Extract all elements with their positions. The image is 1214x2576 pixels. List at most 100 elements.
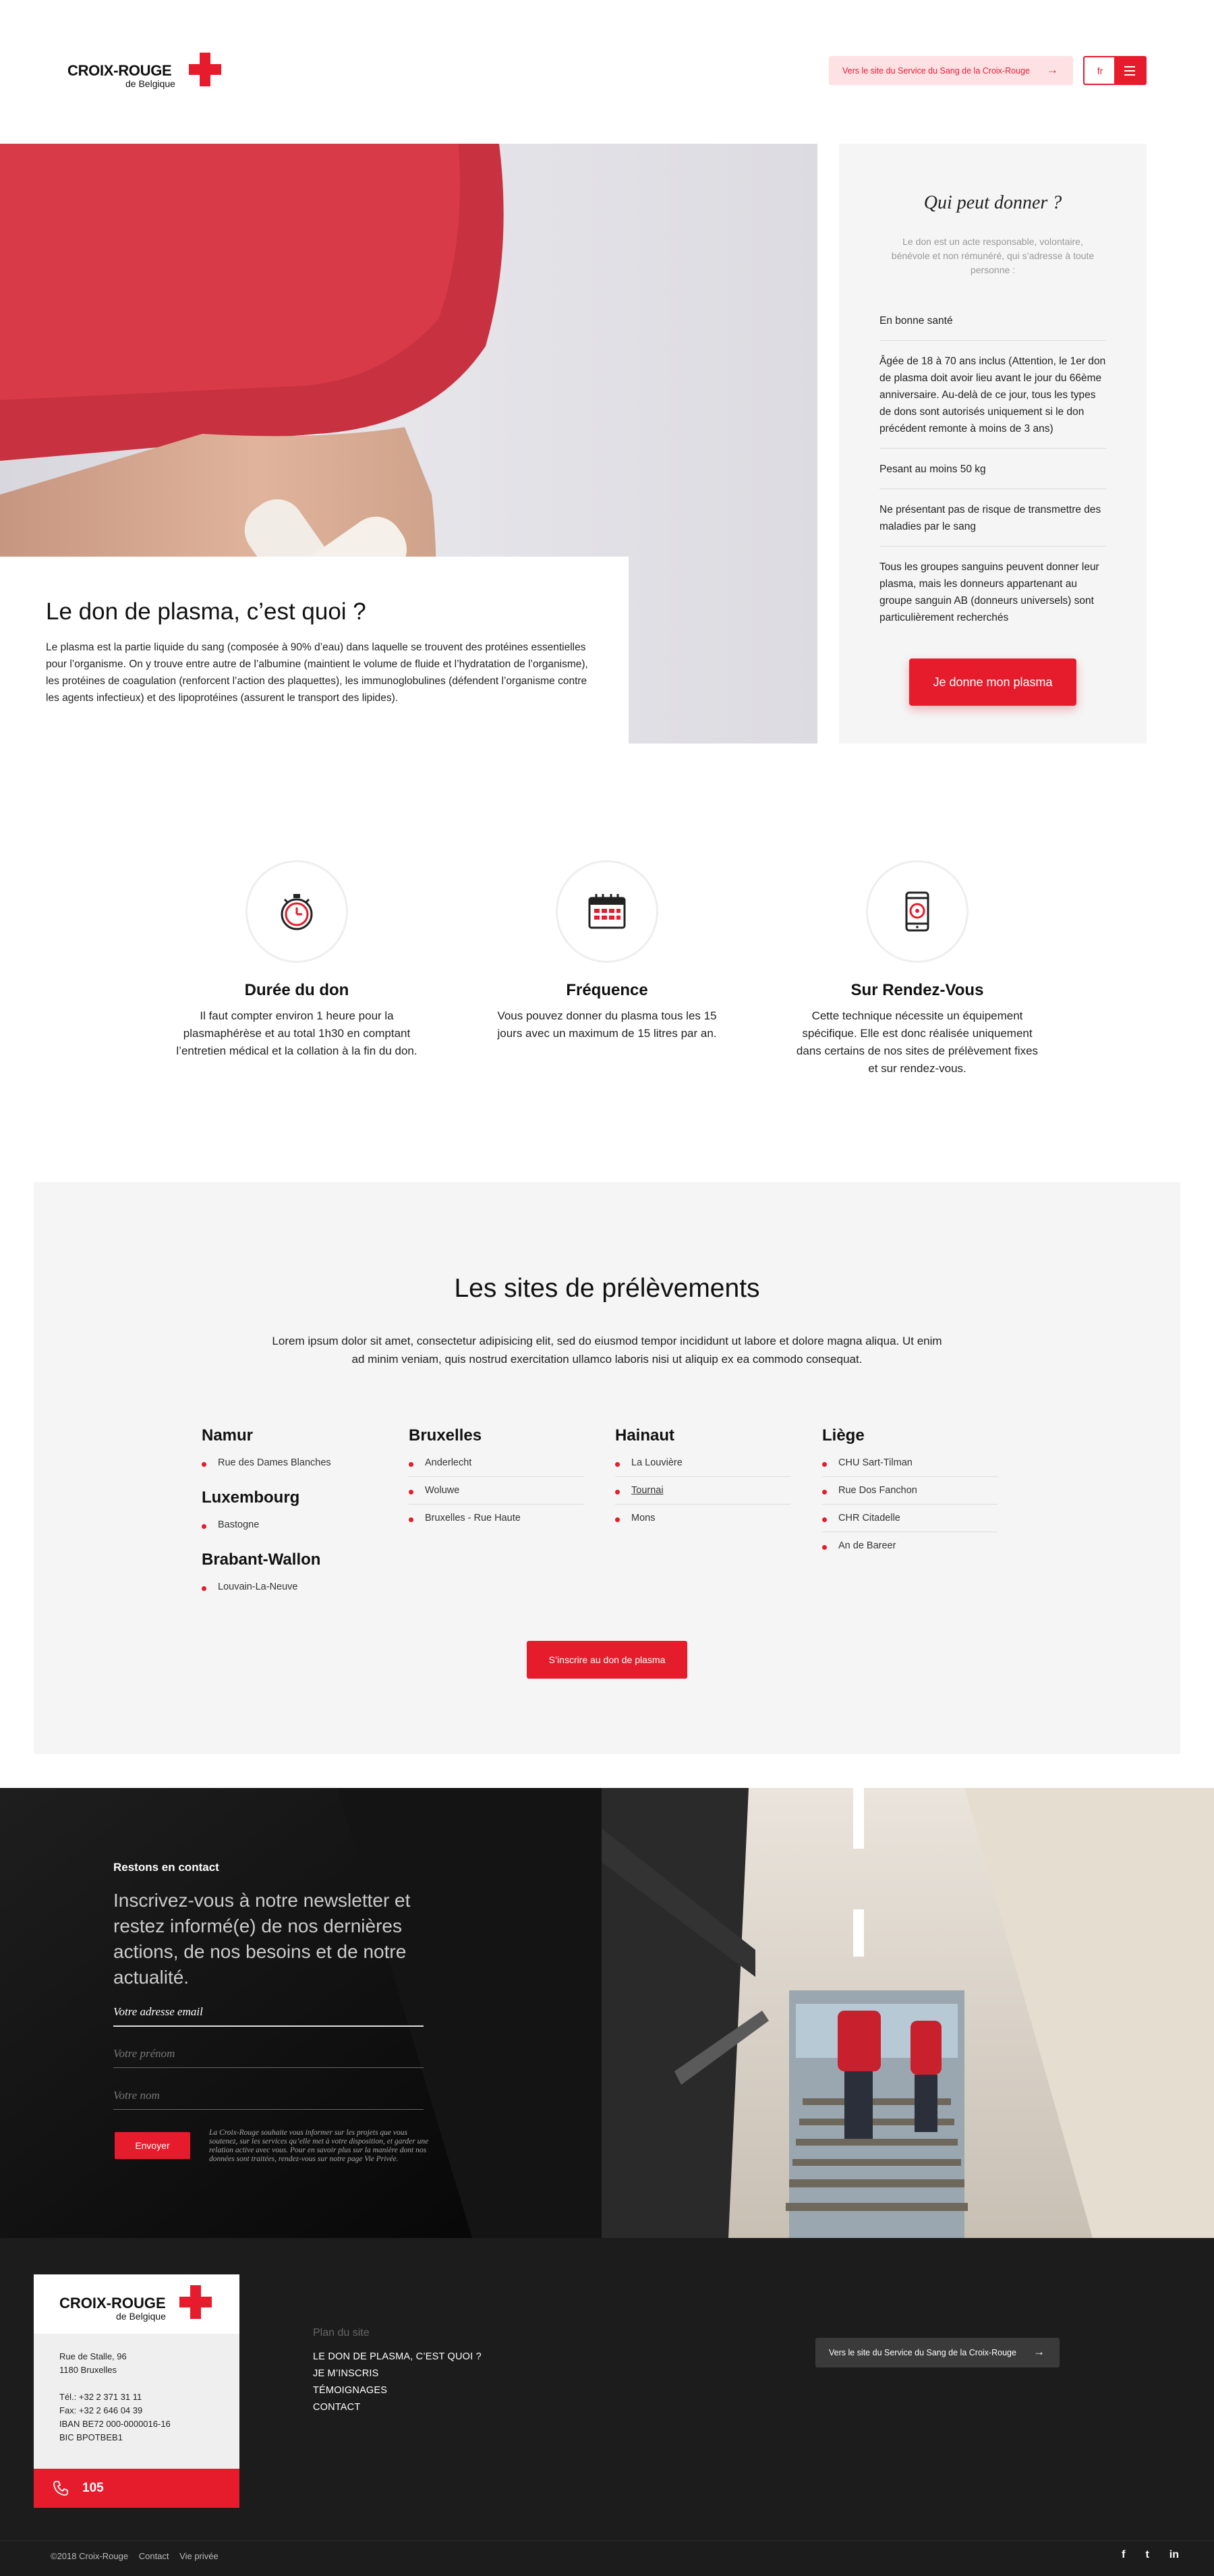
footer-logo[interactable]: CROIX-ROUGE de Belgique [34, 2274, 239, 2334]
stopwatch-icon [281, 894, 313, 930]
footer-bottom-bar: ©2018 Croix-Rouge Contact Vie privée f t… [0, 2540, 1214, 2576]
donate-plasma-button[interactable]: Je donne mon plasma [909, 659, 1076, 706]
fax-line: Fax: +32 2 646 04 39 [59, 2405, 143, 2415]
arrow-right-icon: → [1047, 63, 1058, 76]
logo-text: CROIX-ROUGE [59, 2295, 166, 2312]
arrow-right-icon: → [1033, 2345, 1045, 2358]
eligibility-item: Âgée de 18 à 70 ans inclus (Attention, l… [879, 341, 1106, 449]
site-link[interactable]: Woluwe [409, 1477, 584, 1505]
language-selector[interactable]: fr [1085, 57, 1116, 84]
emergency-number-label: 105 [82, 2481, 104, 2495]
calendar-icon [588, 894, 626, 929]
region-title: Namur [202, 1426, 254, 1445]
site-link[interactable]: Rue des Dames Blanches [202, 1449, 377, 1476]
feature-icon-circle [556, 860, 658, 963]
region-bruxelles: Bruxelles Anderlecht Woluwe Bruxelles - … [409, 1426, 584, 1532]
site-link[interactable]: An de Bareer [822, 1532, 998, 1559]
footer-blood-service-label: Vers le site du Service du Sang de la Cr… [829, 2348, 1016, 2357]
feature-text: Vous pouvez donner du plasma tous les 15… [497, 1009, 717, 1040]
region-hainaut: Hainaut La Louvière Tournai Mons [615, 1426, 790, 1532]
feature-icon-circle [245, 860, 348, 963]
footer-legal-links: ©2018 Croix-Rouge Contact Vie privée [51, 2551, 219, 2561]
logo-subtext: de Belgique [116, 2311, 166, 2322]
send-button[interactable]: Envoyer [115, 2132, 190, 2159]
linkedin-icon[interactable]: in [1169, 2549, 1179, 2561]
social-links: f t in [1122, 2549, 1179, 2561]
register-plasma-button[interactable]: S’inscrire au don de plasma [527, 1641, 687, 1679]
phone-icon [53, 2481, 68, 2496]
email-field[interactable]: Votre adresse email [113, 2005, 424, 2027]
region-title: Hainaut [615, 1426, 675, 1445]
footer: CROIX-ROUGE de Belgique Rue de Stalle, 9… [0, 2238, 1214, 2576]
address-line: Rue de Stalle, 96 [59, 2351, 127, 2361]
eligibility-item: Pesant au moins 50 kg [879, 449, 1106, 489]
site-link[interactable]: Rue Dos Fanchon [822, 1477, 998, 1505]
logo[interactable]: CROIX-ROUGE de Belgique [67, 53, 227, 90]
emergency-number[interactable]: 105 [34, 2469, 239, 2508]
facebook-icon[interactable]: f [1122, 2549, 1125, 2561]
sitemap-link[interactable]: JE M’INSCRIS [313, 2365, 482, 2382]
newsletter-legal-text: La Croix-Rouge souhaite vous informer su… [209, 2129, 429, 2163]
eligibility-item: Ne présentant pas de risque de transmett… [879, 489, 1106, 547]
newsletter-section: Restons en contact Inscrivez-vous à notr… [0, 1788, 1214, 2238]
region-title: Liège [822, 1426, 865, 1445]
site-link[interactable]: Louvain-La-Neuve [202, 1573, 377, 1600]
sitemap-link[interactable]: CONTACT [313, 2399, 482, 2416]
feature-appointment: Sur Rendez-Vous Cette technique nécessit… [776, 860, 1059, 1077]
region-title: Luxembourg [202, 1488, 300, 1507]
feature-icon-circle [866, 860, 969, 963]
eligibility-item: En bonne santé [879, 312, 1106, 341]
feature-frequency: Fréquence Vous pouvez donner du plasma t… [465, 860, 749, 1042]
footer-blood-service-button[interactable]: Vers le site du Service du Sang de la Cr… [815, 2338, 1060, 2368]
phone-line: Tél.: +32 2 371 31 11 [59, 2392, 142, 2402]
region-luxembourg: Luxembourg Bastogne [202, 1488, 377, 1538]
site-link[interactable]: Mons [615, 1505, 790, 1532]
hamburger-menu-icon[interactable] [1114, 57, 1145, 84]
blood-service-link-button[interactable]: Vers le site du Service du Sang de la Cr… [829, 56, 1073, 85]
contact-link[interactable]: Contact [139, 2551, 169, 2561]
blood-service-link-label: Vers le site du Service du Sang de la Cr… [842, 65, 1030, 76]
feature-title: Sur Rendez-Vous [850, 981, 984, 999]
logo-subtext: de Belgique [125, 78, 175, 89]
site-link[interactable]: CHR Citadelle [822, 1505, 998, 1532]
feature-duration: Durée du don Il faut compter environ 1 h… [155, 860, 438, 1060]
site-link[interactable]: Anderlecht [409, 1449, 584, 1477]
site-link[interactable]: CHU Sart-Tilman [822, 1449, 998, 1477]
sitemap: Plan du site LE DON DE PLASMA, C’EST QUO… [313, 2327, 482, 2416]
sites-lead: Lorem ipsum dolor sit amet, consectetur … [272, 1335, 942, 1366]
logo-text: CROIX-ROUGE [67, 62, 172, 79]
site-link[interactable]: Tournai [615, 1477, 790, 1505]
site-link[interactable]: Bastogne [202, 1511, 377, 1538]
sitemap-link[interactable]: LE DON DE PLASMA, C’EST QUOI ? [313, 2349, 482, 2365]
feature-text: Il faut compter environ 1 heure pour la … [176, 1009, 417, 1057]
site-link[interactable]: Bruxelles - Rue Haute [409, 1505, 584, 1532]
lastname-field[interactable]: Votre nom [113, 2089, 424, 2110]
region-title: Brabant-Wallon [202, 1550, 321, 1569]
hero-text: Le plasma est la partie liquide du sang … [46, 642, 588, 704]
firstname-field[interactable]: Votre prénom [113, 2047, 424, 2068]
feature-text: Cette technique nécessite un équipement … [796, 1009, 1039, 1075]
phone-appointment-icon [905, 891, 929, 932]
footer-address: Rue de Stalle, 96 1180 Bruxelles Tél.: +… [59, 2350, 171, 2444]
sites-column-1: Namur Rue des Dames Blanches Luxembourg … [202, 1426, 377, 1613]
hero-title: Le don de plasma, c’est quoi ? [46, 598, 366, 625]
eligibility-intro: Le don est un acte responsable, volontai… [891, 236, 1095, 275]
region-brabant-wallon: Brabant-Wallon Louvain-La-Neuve [202, 1550, 377, 1600]
language-menu-group: fr [1083, 56, 1147, 85]
region-liege: Liège CHU Sart-Tilman Rue Dos Fanchon CH… [822, 1426, 998, 1559]
bic-line: BIC BPOTBEB1 [59, 2432, 123, 2442]
copyright: ©2018 Croix-Rouge [51, 2551, 129, 2561]
site-link[interactable]: La Louvière [615, 1449, 790, 1477]
feature-title: Durée du don [244, 981, 349, 999]
sitemap-link[interactable]: TÉMOIGNAGES [313, 2382, 482, 2399]
hero-text-card: Le don de plasma, c’est quoi ? Le plasma… [0, 557, 629, 744]
region-title: Bruxelles [409, 1426, 482, 1445]
newsletter-label: Restons en contact [113, 1861, 219, 1874]
footer-contact-card: CROIX-ROUGE de Belgique Rue de Stalle, 9… [34, 2274, 239, 2508]
feature-title: Fréquence [566, 981, 648, 999]
twitter-icon[interactable]: t [1145, 2549, 1149, 2561]
iban-line: IBAN BE72 000-0000016-16 [59, 2419, 171, 2429]
region-namur: Namur Rue des Dames Blanches [202, 1426, 377, 1476]
privacy-link[interactable]: Vie privée [179, 2551, 219, 2561]
eligibility-title: Qui peut donner ? [923, 192, 1062, 213]
